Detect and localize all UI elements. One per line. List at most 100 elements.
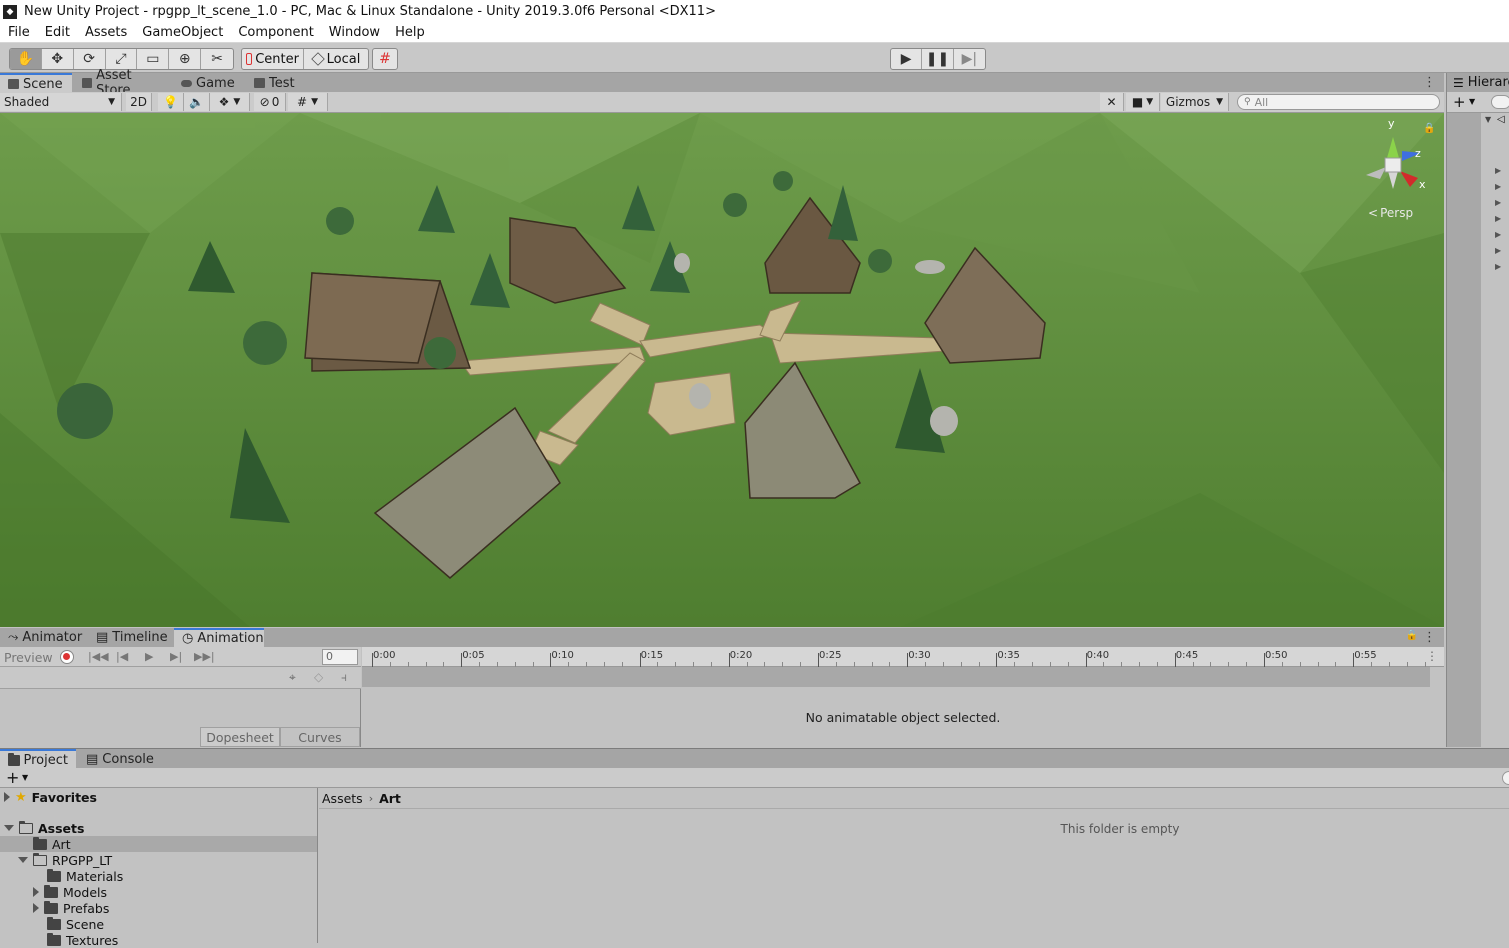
grid-dropdown[interactable]: # ▼ bbox=[288, 93, 328, 111]
scene-search-input[interactable]: ⚲ All bbox=[1237, 94, 1440, 110]
hierarchy-search-input[interactable] bbox=[1491, 95, 1509, 109]
tab-animation[interactable]: ◷ Animation bbox=[174, 628, 264, 647]
breadcrumb-separator-icon: › bbox=[368, 791, 374, 805]
expand-arrow-icon[interactable] bbox=[4, 825, 14, 831]
tab-game[interactable]: Game bbox=[173, 73, 245, 93]
collapse-arrow-icon[interactable] bbox=[33, 903, 39, 913]
timeline-icon: ▤ bbox=[96, 630, 109, 645]
tab-console[interactable]: ▤ Console bbox=[78, 749, 158, 769]
move-tool-icon[interactable]: ✥ bbox=[42, 49, 74, 69]
effects-dropdown[interactable]: ❖ ▼ bbox=[210, 93, 250, 111]
dopesheet-button[interactable]: Dopesheet bbox=[200, 727, 280, 747]
scene-panel-menu-icon[interactable]: ⋮ bbox=[1423, 75, 1436, 90]
audio-toggle-icon[interactable]: 🔈 bbox=[184, 93, 210, 111]
collapse-arrow-icon[interactable] bbox=[4, 792, 10, 802]
rect-tool-icon[interactable]: ▭ bbox=[137, 49, 170, 69]
scale-tool-icon[interactable]: ⤢ bbox=[106, 49, 138, 69]
favorites-row[interactable]: ★ Favorites bbox=[4, 789, 97, 805]
project-search-input[interactable] bbox=[1502, 771, 1509, 785]
folder-icon bbox=[44, 884, 58, 898]
pivot-center-button[interactable]: Center bbox=[242, 49, 304, 69]
hierarchy-tab[interactable]: ☰ Hierarc bbox=[1447, 73, 1509, 92]
prev-key-button[interactable]: |◀ bbox=[116, 650, 128, 663]
add-keyframe-icon[interactable]: ◇ bbox=[314, 670, 323, 684]
animation-panel-menu-icon[interactable]: ⋮ bbox=[1423, 630, 1436, 645]
play-button[interactable]: ▶ bbox=[891, 49, 923, 69]
hand-tool-icon[interactable]: ✋ bbox=[10, 49, 42, 69]
grid-snap-button[interactable]: # bbox=[372, 48, 398, 70]
expand-arrow-icon[interactable] bbox=[18, 857, 28, 863]
tab-asset-store[interactable]: Asset Store bbox=[74, 68, 172, 98]
assets-row[interactable]: Assets bbox=[4, 820, 84, 836]
tree-item-rpgpp-lt[interactable]: RPGPP_LT bbox=[18, 852, 112, 868]
next-key-button[interactable]: ▶| bbox=[170, 650, 182, 663]
lighting-toggle-icon[interactable]: 💡 bbox=[158, 93, 184, 111]
timeline-tick-label: 0:05 bbox=[462, 650, 485, 661]
scene-viewport[interactable]: y z x 🔒 < Persp bbox=[0, 113, 1444, 627]
breadcrumb-art[interactable]: Art bbox=[379, 791, 401, 806]
menu-help[interactable]: Help bbox=[387, 25, 432, 40]
create-add-icon[interactable]: + bbox=[6, 768, 19, 787]
camera-dropdown[interactable]: ■ ▼ bbox=[1126, 93, 1160, 111]
pivot-local-button[interactable]: Local bbox=[304, 49, 368, 69]
menu-component[interactable]: Component bbox=[230, 25, 320, 40]
tools-icon[interactable]: ✕ bbox=[1100, 93, 1124, 111]
tree-item-art[interactable]: Art bbox=[33, 836, 71, 852]
console-icon: ▤ bbox=[86, 751, 99, 767]
child-expand-arrows-icon[interactable]: ▶ ▶ ▶ ▶ ▶ ▶ ▶ bbox=[1495, 163, 1501, 275]
tree-item-materials[interactable]: Materials bbox=[47, 868, 123, 884]
toggle-2d-button[interactable]: 2D bbox=[126, 93, 152, 111]
collapse-arrow-icon[interactable] bbox=[33, 887, 39, 897]
dropdown-arrow-icon[interactable]: ▼ bbox=[22, 773, 28, 782]
tree-item-prefabs[interactable]: Prefabs bbox=[33, 900, 109, 916]
tab-timeline[interactable]: ▤ Timeline bbox=[88, 628, 172, 647]
lock-icon[interactable]: 🔒 bbox=[1406, 630, 1418, 641]
timeline-ruler[interactable]: 0:00 0:05 0:10 0:15 0:20 0:25 0:30 0:35 0:40 0:45… bbox=[362, 647, 1444, 667]
transform-tools: ✋ ✥ ⟳ ⤢ ▭ ⊕ ✂ bbox=[9, 48, 234, 70]
tree-item-models[interactable]: Models bbox=[33, 884, 107, 900]
ruler-menu-icon[interactable]: ⋮ bbox=[1426, 649, 1438, 663]
gizmo-lock-icon[interactable]: 🔒 bbox=[1423, 123, 1435, 134]
last-key-button[interactable]: ▶▶| bbox=[194, 650, 215, 663]
event-lane[interactable] bbox=[362, 667, 1430, 687]
tab-scene[interactable]: Scene bbox=[0, 73, 72, 93]
expand-arrow-icon[interactable]: ▼ bbox=[1485, 115, 1491, 124]
dropdown-arrow-icon[interactable]: ▼ bbox=[1469, 97, 1475, 106]
tab-test[interactable]: Test bbox=[246, 73, 306, 93]
gizmos-dropdown[interactable]: Gizmos ▼ bbox=[1161, 93, 1229, 111]
hierarchy-tree[interactable]: ▼ ◁ ▶ ▶ ▶ ▶ ▶ ▶ ▶ bbox=[1481, 113, 1509, 747]
tree-item-scene[interactable]: Scene bbox=[47, 916, 104, 932]
step-button[interactable]: ▶| bbox=[954, 49, 985, 69]
menu-file[interactable]: File bbox=[0, 25, 37, 40]
menu-assets[interactable]: Assets bbox=[77, 25, 134, 40]
tab-project[interactable]: Project bbox=[0, 749, 76, 769]
menu-window[interactable]: Window bbox=[321, 25, 387, 40]
add-icon[interactable]: + bbox=[1453, 93, 1466, 111]
breadcrumb-assets[interactable]: Assets bbox=[322, 791, 363, 806]
dropdown-arrow-icon: ▼ bbox=[233, 97, 241, 107]
folder-open-icon bbox=[19, 820, 33, 834]
projection-toggle[interactable]: < Persp bbox=[1368, 206, 1413, 220]
menu-gameobject[interactable]: GameObject bbox=[134, 25, 230, 40]
timeline-tick-label: 0:15 bbox=[640, 650, 664, 661]
preview-button[interactable]: Preview bbox=[4, 650, 53, 665]
transform-tool-icon[interactable]: ⊕ bbox=[169, 49, 202, 69]
tab-animator[interactable]: ⤳ Animator bbox=[0, 628, 88, 647]
first-key-button[interactable]: |◀◀ bbox=[88, 650, 109, 663]
rotate-tool-icon[interactable]: ⟳ bbox=[74, 49, 106, 69]
play-anim-button[interactable]: ▶ bbox=[145, 650, 153, 663]
frame-input[interactable]: 0 bbox=[322, 649, 358, 665]
filter-icon[interactable]: ⌖ bbox=[289, 670, 296, 685]
dopesheet-area[interactable]: No animatable object selected. bbox=[362, 687, 1444, 747]
hidden-objects-toggle[interactable]: ⊘ 0 bbox=[254, 93, 286, 111]
tree-item-textures[interactable]: Textures bbox=[47, 932, 118, 948]
folder-icon bbox=[47, 932, 61, 946]
record-button[interactable] bbox=[60, 650, 74, 664]
custom-tool-icon[interactable]: ✂ bbox=[201, 49, 233, 69]
add-event-icon[interactable]: ⫞ bbox=[341, 670, 347, 685]
dropdown-arrow-icon: ▼ bbox=[108, 97, 115, 107]
shading-dropdown[interactable]: Shaded ▼ bbox=[0, 93, 122, 111]
pause-button[interactable]: ❚❚ bbox=[922, 49, 954, 69]
menu-edit[interactable]: Edit bbox=[37, 25, 77, 40]
curves-button[interactable]: Curves bbox=[280, 727, 360, 747]
